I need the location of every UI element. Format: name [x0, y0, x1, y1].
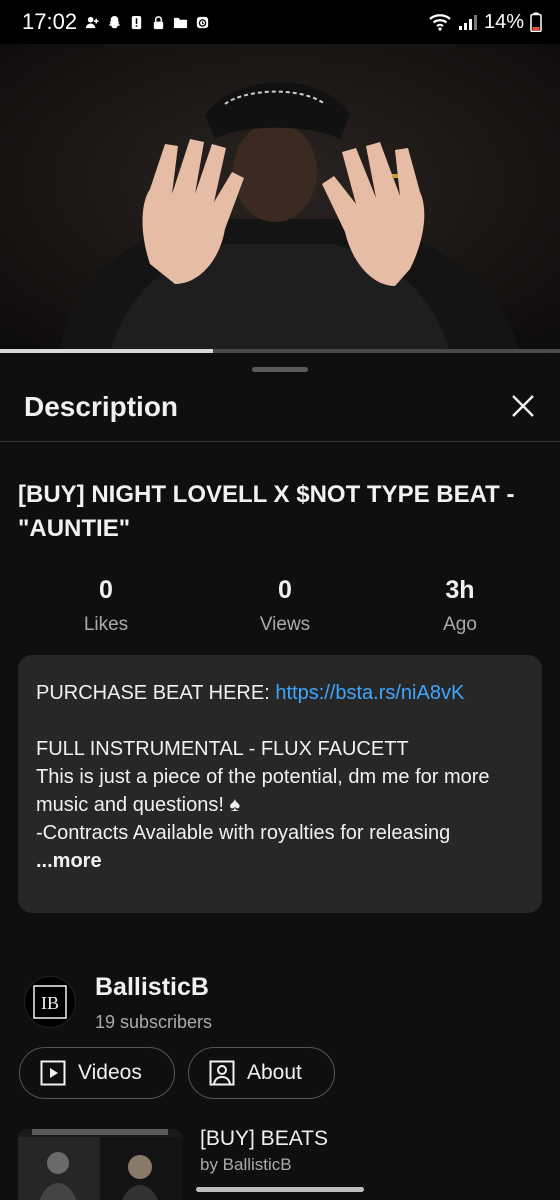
folder-icon: [174, 17, 188, 28]
stat-likes: 0 Likes: [36, 575, 176, 636]
description-sheet: Description [BUY] NIGHT LOVELL X $NOT TY…: [0, 353, 560, 1200]
stat-age: 3h Ago: [390, 575, 530, 636]
playlist-title[interactable]: [BUY] BEATS: [200, 1127, 328, 1151]
system-status: 14%: [428, 11, 542, 34]
description-line-1: FULL INSTRUMENTAL - FLUX FAUCETT: [36, 738, 409, 760]
description-box[interactable]: PURCHASE BEAT HERE: https://bsta.rs/niA8…: [18, 655, 542, 913]
views-count: 0: [278, 576, 292, 604]
battery-icon: [530, 12, 542, 32]
video-thumbnail-image: [0, 44, 560, 352]
snapchat-icon: [108, 15, 121, 28]
battery-percent: 14%: [483, 10, 524, 33]
likes-label: Likes: [83, 614, 129, 635]
video-player[interactable]: [0, 44, 560, 352]
notification-icons: [85, 14, 210, 31]
alarm-icon: [196, 16, 209, 28]
likes-count: 0: [99, 576, 113, 604]
stat-views: 0 Views: [215, 575, 355, 636]
age-value: 3h: [445, 576, 475, 604]
play-box-icon: [40, 1060, 66, 1086]
playlist-thumbnail-image: [18, 1129, 182, 1200]
status-time: 17:02: [22, 9, 78, 34]
views-label: Views: [259, 614, 311, 635]
signal-icon: [458, 15, 477, 30]
purchase-label: PURCHASE BEAT HERE:: [36, 682, 270, 704]
gesture-bar[interactable]: [196, 1187, 364, 1192]
channel-logo-icon: IB: [33, 985, 67, 1019]
sheet-header: Description: [0, 375, 560, 442]
person-add-icon: [86, 16, 99, 28]
close-button[interactable]: [506, 389, 540, 423]
show-more-link[interactable]: ...more: [36, 847, 524, 875]
video-stats: 0 Likes 0 Views 3h Ago: [0, 575, 560, 645]
svg-text:IB: IB: [41, 993, 59, 1013]
channel-subscribers: 19 subscribers: [95, 1012, 213, 1032]
sheet-title: Description: [24, 391, 179, 422]
playlist-byline: by BallisticB: [200, 1155, 292, 1174]
about-button-label: About: [247, 1061, 302, 1084]
channel-avatar[interactable]: IB: [24, 976, 76, 1028]
profile-box-icon: [209, 1060, 235, 1086]
wifi-icon: [429, 14, 451, 31]
alert-icon: [131, 15, 142, 29]
close-icon: [512, 395, 534, 417]
status-bar: 17:02 14%: [0, 0, 560, 44]
about-button[interactable]: About: [188, 1047, 335, 1099]
channel-name[interactable]: BallisticB: [95, 973, 209, 1002]
description-line-2: This is just a piece of the potential, d…: [36, 766, 490, 816]
age-label: Ago: [443, 614, 477, 635]
purchase-line: PURCHASE BEAT HERE: https://bsta.rs/niA8…: [36, 679, 524, 707]
description-line-3: -Contracts Available with royalties for …: [36, 822, 451, 844]
videos-button-label: Videos: [78, 1061, 142, 1084]
channel-row[interactable]: IB BallisticB 19 subscribers: [24, 973, 544, 1039]
videos-button[interactable]: Videos: [19, 1047, 175, 1099]
drag-handle[interactable]: [252, 367, 308, 372]
playlist-thumbnail[interactable]: [18, 1129, 182, 1200]
purchase-link[interactable]: https://bsta.rs/niA8vK: [275, 682, 464, 704]
lock-icon: [153, 15, 164, 29]
video-title: [BUY] NIGHT LOVELL X $NOT TYPE BEAT -"AU…: [18, 481, 515, 542]
